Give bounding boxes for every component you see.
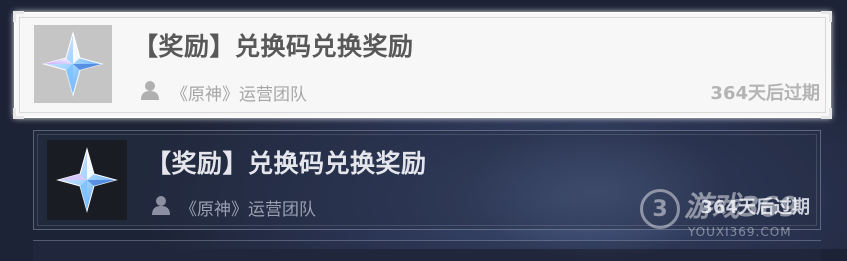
corner-ornament bbox=[13, 108, 24, 119]
primogem-icon bbox=[42, 31, 104, 97]
reward-thumbnail bbox=[47, 140, 127, 220]
watermark-logo-icon: 3 bbox=[640, 189, 680, 229]
mail-item-selected[interactable]: 【奖励】兑换码兑换奖励 《原神》运营团队 364天后过期 bbox=[13, 11, 832, 119]
watermark-text: 游戏369 bbox=[684, 190, 799, 223]
person-icon bbox=[152, 196, 170, 215]
person-icon bbox=[141, 81, 159, 100]
primogem-icon bbox=[56, 147, 118, 213]
corner-ornament bbox=[821, 108, 832, 119]
mail-title: 【奖励】兑换码兑换奖励 bbox=[133, 32, 414, 61]
mail-sender: 《原神》运营团队 bbox=[180, 200, 316, 220]
corner-ornament bbox=[821, 11, 832, 22]
reward-thumbnail bbox=[34, 25, 112, 103]
mail-title: 【奖励】兑换码兑换奖励 bbox=[146, 149, 427, 178]
corner-ornament bbox=[13, 11, 24, 22]
watermark-url: YOUXI369.COM bbox=[688, 225, 792, 239]
site-watermark: 3 游戏369 YOUXI369.COM bbox=[640, 183, 840, 247]
mail-sender: 《原神》运营团队 bbox=[171, 85, 307, 105]
mail-expiry: 364天后过期 bbox=[710, 83, 820, 104]
